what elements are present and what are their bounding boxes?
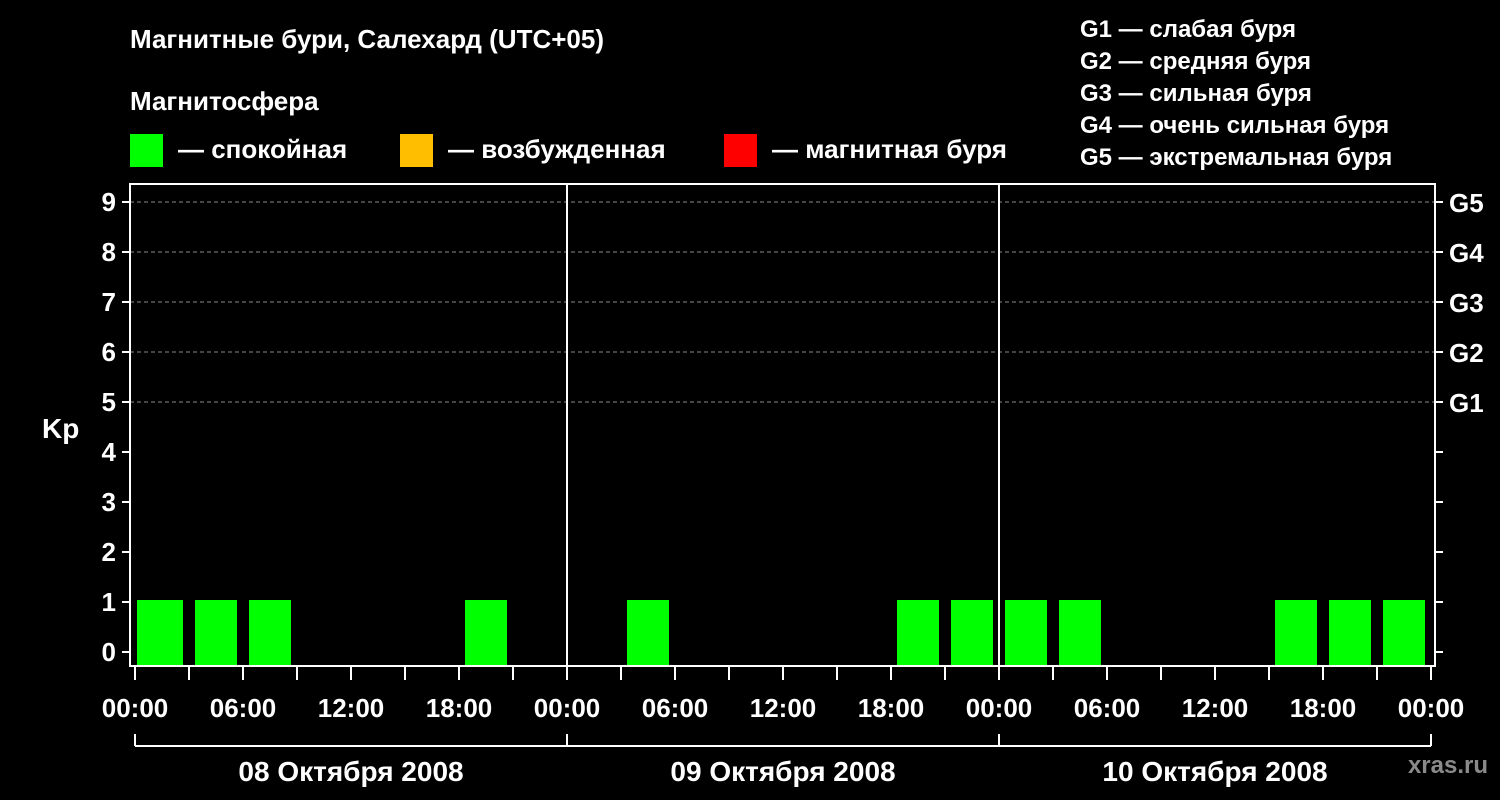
storm-tick-label: G4 — [1449, 238, 1484, 268]
x-tick-label: 18:00 — [426, 693, 493, 723]
y-tick-label: 5 — [102, 387, 116, 417]
y-tick-label: 4 — [102, 437, 117, 467]
kp-bar — [249, 600, 291, 667]
kp-bar — [1383, 600, 1425, 667]
kp-bar — [1005, 600, 1047, 667]
y-tick-label: 2 — [102, 537, 116, 567]
kp-bar — [897, 600, 939, 667]
plot-frame — [129, 183, 1436, 667]
kp-bar — [627, 600, 669, 667]
kp-chart: 0 1 2 3 4 5 6 7 8 9 G1 G2 G3 G4 G5 Kp 00:00 06:00 12:00 18:… — [42, 183, 1484, 787]
x-tick-label: 12:00 — [318, 693, 385, 723]
x-tick-label: 18:00 — [858, 693, 925, 723]
y-tick-label: 8 — [102, 237, 116, 267]
storm-tick-label: G5 — [1449, 188, 1484, 218]
x-tick-label: 00:00 — [1398, 693, 1465, 723]
x-tick-label: 00:00 — [102, 693, 169, 723]
y-tick-label: 1 — [102, 587, 116, 617]
storm-tick-label: G1 — [1449, 388, 1484, 418]
day-label: 08 Октября 2008 — [238, 756, 463, 787]
kp-bar — [465, 600, 507, 667]
y-tick-label: 0 — [102, 637, 116, 667]
y-axis-label: Kp — [42, 413, 79, 444]
x-tick-label: 06:00 — [210, 693, 277, 723]
kp-bar — [1329, 600, 1371, 667]
x-tick-label: 06:00 — [642, 693, 709, 723]
storm-tick-label: G3 — [1449, 288, 1484, 318]
kp-bar — [137, 600, 183, 667]
kp-bar — [1059, 600, 1101, 667]
kp-bar — [1275, 600, 1317, 667]
watermark: xras.ru — [1407, 752, 1488, 779]
y-tick-label: 7 — [102, 287, 116, 317]
kp-bar — [951, 600, 993, 667]
x-tick-label: 12:00 — [1182, 693, 1249, 723]
x-tick-label: 06:00 — [1074, 693, 1141, 723]
y-tick-label: 9 — [102, 187, 116, 217]
x-tick-label: 18:00 — [1290, 693, 1357, 723]
storm-tick-label: G2 — [1449, 338, 1484, 368]
y-tick-label: 3 — [102, 487, 116, 517]
kp-bar — [195, 600, 237, 667]
y-tick-label: 6 — [102, 337, 116, 367]
day-label: 09 Октября 2008 — [670, 756, 895, 787]
x-tick-label: 00:00 — [534, 693, 601, 723]
x-tick-label: 12:00 — [750, 693, 817, 723]
x-tick-label: 00:00 — [966, 693, 1033, 723]
day-label: 10 Октября 2008 — [1102, 756, 1327, 787]
